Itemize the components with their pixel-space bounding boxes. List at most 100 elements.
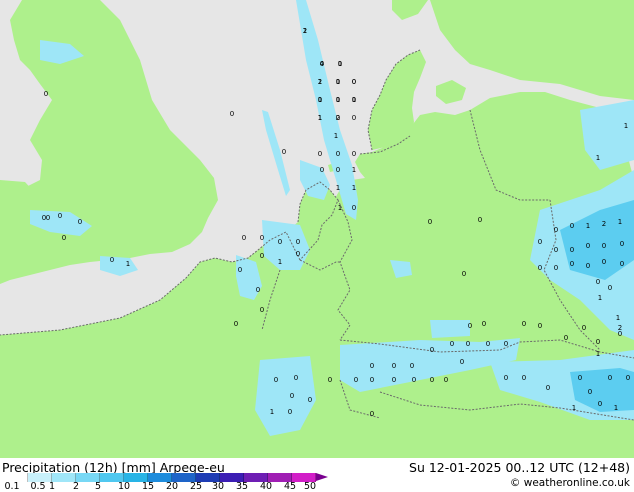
precip-value-label: 1 xyxy=(270,408,274,416)
precip-value-label: 1 xyxy=(352,184,356,192)
precip-value-label: 0 xyxy=(522,320,526,328)
precip-value-label: 0 xyxy=(256,286,260,294)
precip-value-label: 0 xyxy=(278,238,282,246)
precip-value-label: 1 xyxy=(126,260,130,268)
legend-overflow-arrow xyxy=(316,473,328,481)
precip-value-label: 1 xyxy=(616,314,620,322)
precip-value-label: 0 xyxy=(282,148,286,156)
precip-value-label: 0 xyxy=(504,374,508,382)
precip-value-label: 0 xyxy=(296,238,300,246)
precip-value-label: 0 xyxy=(554,264,558,272)
precip-value-label: 0 xyxy=(430,346,434,354)
precip-value-label: 0 xyxy=(596,278,600,286)
precip-value-label: 1 xyxy=(336,96,340,104)
precip-value-label: 0 xyxy=(320,166,324,174)
precip-value-label: 0 xyxy=(538,264,542,272)
precip-value-label: 0 xyxy=(308,396,312,404)
precip-value-label: 0 xyxy=(428,218,432,226)
precip-value-label: 1 xyxy=(586,222,590,230)
precip-value-label: 0 xyxy=(238,266,242,274)
precip-value-label: 0 xyxy=(468,322,472,330)
precip-value-label: 4 xyxy=(320,60,325,68)
precip-value-label: 0 xyxy=(602,242,606,250)
precip-value-label: 0 xyxy=(586,262,590,270)
precip-value-label: 0 xyxy=(596,338,600,346)
precip-value-label: 0 xyxy=(538,238,542,246)
precip-value-label: 0 xyxy=(466,340,470,348)
precip-value-label: 0 xyxy=(62,234,66,242)
precip-value-label: 1 xyxy=(338,204,342,212)
precip-value-label: 0 xyxy=(586,242,590,250)
precip-value-label: 0 xyxy=(370,376,374,384)
precip-value-label: 0 xyxy=(626,374,630,382)
precip-value-label: 0 xyxy=(478,216,482,224)
precip-value-label: 0 xyxy=(46,214,50,222)
precip-value-label: 0 xyxy=(570,260,574,268)
precip-value-label: 0 xyxy=(570,246,574,254)
precip-value-label: 1 xyxy=(624,122,628,130)
precip-value-label: 0 xyxy=(260,306,264,314)
precip-value-label: 0 xyxy=(370,410,374,418)
precip-value-label: 0 xyxy=(554,246,558,254)
precip-value-label: 1 xyxy=(596,350,600,358)
precip-value-label: 0 xyxy=(582,324,586,332)
precip-value-label: 0 xyxy=(234,320,238,328)
precip-value-label: 0 xyxy=(296,250,300,258)
precip-value-label: 0 xyxy=(288,408,292,416)
precip-value-label: 0 xyxy=(336,150,340,158)
precip-value-label: 2 xyxy=(602,220,606,228)
precip-value-label: 0 xyxy=(290,392,294,400)
precip-value-label: 0 xyxy=(354,376,358,384)
precip-value-label: 0 xyxy=(336,166,340,174)
precip-value-label: 0 xyxy=(620,260,624,268)
precip-value-label: 0 xyxy=(450,340,454,348)
precip-value-label: 0 xyxy=(444,376,448,384)
precip-value-label: 1 xyxy=(278,258,282,266)
precip-value-label: 0 xyxy=(538,322,542,330)
precip-value-label: 1 xyxy=(598,294,602,302)
precip-value-label: 0 xyxy=(608,284,612,292)
precip-value-label: 0 xyxy=(462,270,466,278)
precip-value-label: 0 xyxy=(328,376,332,384)
precip-value-label: 0 xyxy=(430,376,434,384)
precip-value-label: 0 xyxy=(78,218,82,226)
precip-value-label: 0 xyxy=(578,374,582,382)
precip-value-label: 2 xyxy=(318,78,322,86)
precip-value-label: 0 xyxy=(588,388,592,396)
precip-value-label: 0 xyxy=(230,110,234,118)
precip-value-label: 2 xyxy=(303,27,307,35)
credit-text: © weatheronline.co.uk xyxy=(509,477,630,489)
precip-value-label: 1 xyxy=(336,78,340,86)
precip-value-label: 0 xyxy=(352,78,356,86)
map-footer: Precipitation (12h) [mm] Arpege-eu Su 12… xyxy=(0,458,634,491)
precip-value-label: 0 xyxy=(260,234,264,242)
precip-value-label: 0 xyxy=(482,320,486,328)
precip-value-label: 0 xyxy=(260,252,264,260)
precip-value-label: 1 xyxy=(352,166,356,174)
precip-value-label: 0 xyxy=(352,114,356,122)
precip-value-label: 2 xyxy=(618,324,622,332)
precip-value-label: 0 xyxy=(294,374,298,382)
precip-value-label: 0 xyxy=(392,376,396,384)
precip-value-label: 2 xyxy=(336,114,340,122)
precip-value-label: 0 xyxy=(44,90,48,98)
precip-value-label: 1 xyxy=(618,218,622,226)
precip-value-label: 0 xyxy=(318,96,322,104)
precip-value-label: 0 xyxy=(546,384,550,392)
precip-value-label: 0 xyxy=(608,374,612,382)
precip-value-label: 0 xyxy=(110,256,114,264)
precip-value-label: 0 xyxy=(564,334,568,342)
precip-value-label: 0 xyxy=(598,400,602,408)
precip-value-label: 0 xyxy=(412,376,416,384)
precip-value-label: 1 xyxy=(338,60,342,68)
valid-time: Su 12-01-2025 00..12 UTC (12+48) xyxy=(409,460,630,475)
precip-value-label: 0 xyxy=(460,358,464,366)
precip-value-label: 0 xyxy=(504,340,508,348)
precip-value-label: 1 xyxy=(334,132,338,140)
precip-value-label: 0 xyxy=(522,374,526,382)
precip-value-label: 1 xyxy=(596,154,600,162)
precip-value-label: 0 xyxy=(620,240,624,248)
precip-value-label: 0 xyxy=(352,150,356,158)
precip-value-label: 0 xyxy=(392,362,396,370)
precip-value-label: 0 xyxy=(370,362,374,370)
